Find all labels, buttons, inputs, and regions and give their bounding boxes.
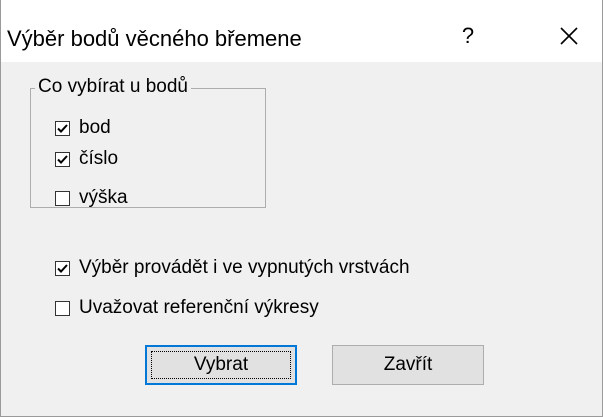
checkbox-box[interactable] xyxy=(55,300,70,316)
title-bar: Výběr bodů věcného břemene ? xyxy=(1,0,602,62)
dialog-window: Výběr bodů věcného břemene ? Co vybírat … xyxy=(0,0,603,417)
checkbox-vyska[interactable]: výška xyxy=(55,187,128,209)
checkbox-label: bod xyxy=(79,117,111,138)
checkbox-cislo[interactable]: číslo xyxy=(55,148,118,170)
close-button[interactable] xyxy=(541,14,597,58)
dialog-title: Výběr bodů věcného břemene xyxy=(7,26,302,51)
close-dialog-button[interactable]: Zavřít xyxy=(332,345,484,385)
checkbox-label: Uvažovat referenční výkresy xyxy=(79,297,319,318)
focus-rectangle xyxy=(151,351,291,379)
checkmark-icon xyxy=(57,154,68,164)
help-button[interactable]: ? xyxy=(446,14,490,58)
checkbox-label: číslo xyxy=(79,148,119,169)
checkbox-bod[interactable]: bod xyxy=(55,117,111,139)
dialog-body: Co vybírat u bodů bod číslo výška Výběr … xyxy=(1,62,602,416)
checkbox-box[interactable] xyxy=(55,260,70,276)
checkbox-label: výška xyxy=(79,187,128,208)
checkbox-hidden-layers[interactable]: Výběr provádět i ve vypnutých vrstvách xyxy=(55,257,410,279)
close-icon xyxy=(560,27,578,45)
close-dialog-button-label: Zavřít xyxy=(383,354,433,375)
select-button[interactable]: Vybrat xyxy=(145,345,297,385)
checkbox-reference-drawings[interactable]: Uvažovat referenční výkresy xyxy=(55,297,319,319)
checkbox-box[interactable] xyxy=(55,120,70,136)
checkbox-box[interactable] xyxy=(55,190,70,206)
checkmark-icon xyxy=(57,263,68,273)
group-legend: Co vybírat u bodů xyxy=(35,76,191,98)
checkbox-label: Výběr provádět i ve vypnutých vrstvách xyxy=(79,257,410,278)
checkmark-icon xyxy=(57,123,68,133)
checkbox-box[interactable] xyxy=(55,151,70,167)
